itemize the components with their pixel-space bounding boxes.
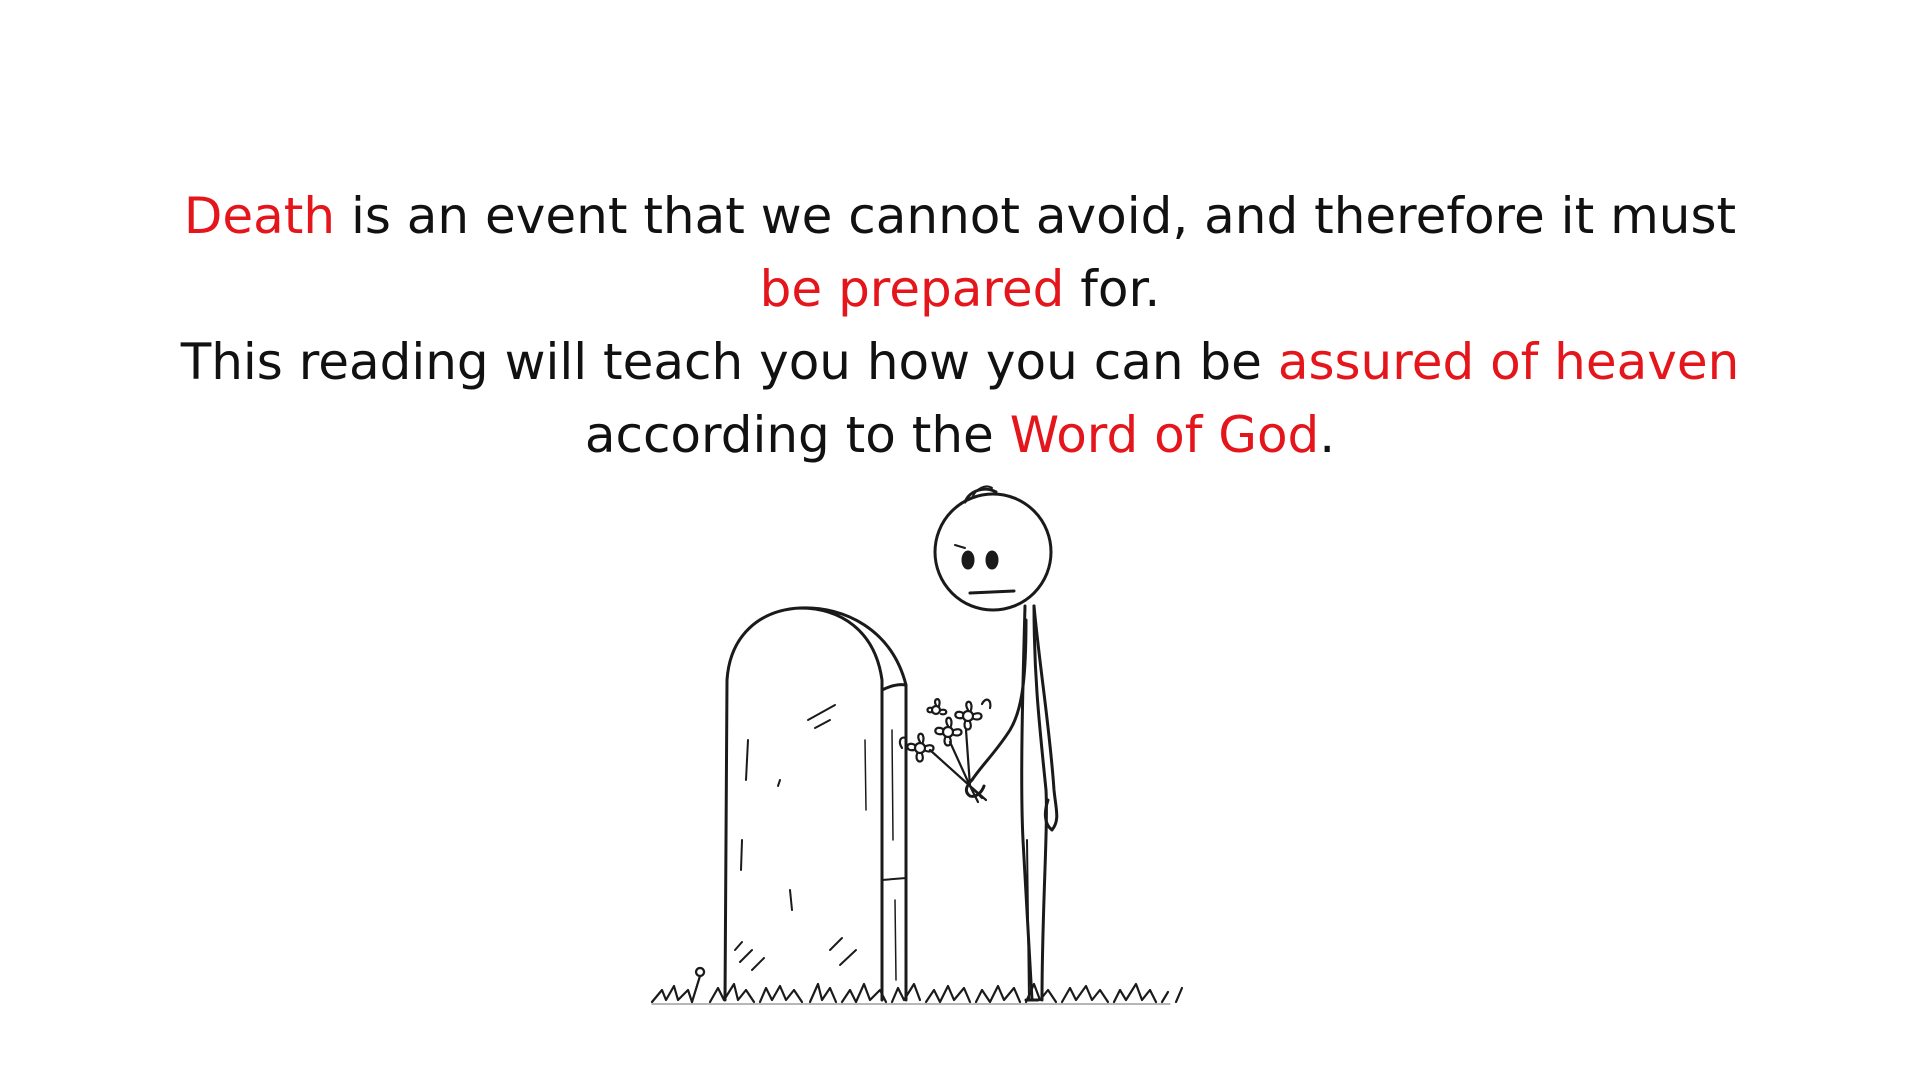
sentence-2-end: . [1319,406,1336,464]
sentence-1-end: for. [1064,260,1161,318]
flower-bouquet-icon [898,698,992,804]
sentence-2-text-2: according to the [584,406,1010,464]
highlight-be-prepared: be prepared [759,260,1065,318]
grass-icon [650,966,1184,1005]
stick-figure-icon [933,485,1059,1002]
highlight-word-of-god: Word of God [1009,406,1320,464]
slide: Death is an event that we cannot avoid, … [0,0,1920,1080]
grave-illustration [630,480,1310,1020]
sentence-1-text: is an event that we cannot avoid, and th… [335,187,1737,245]
highlight-assured-of-heaven: assured of heaven [1277,333,1740,391]
tombstone-icon [723,606,908,1002]
sentence-2-text: This reading will teach you how you can … [180,333,1278,391]
intro-paragraph: Death is an event that we cannot avoid, … [160,180,1760,472]
highlight-death: Death [183,187,336,245]
